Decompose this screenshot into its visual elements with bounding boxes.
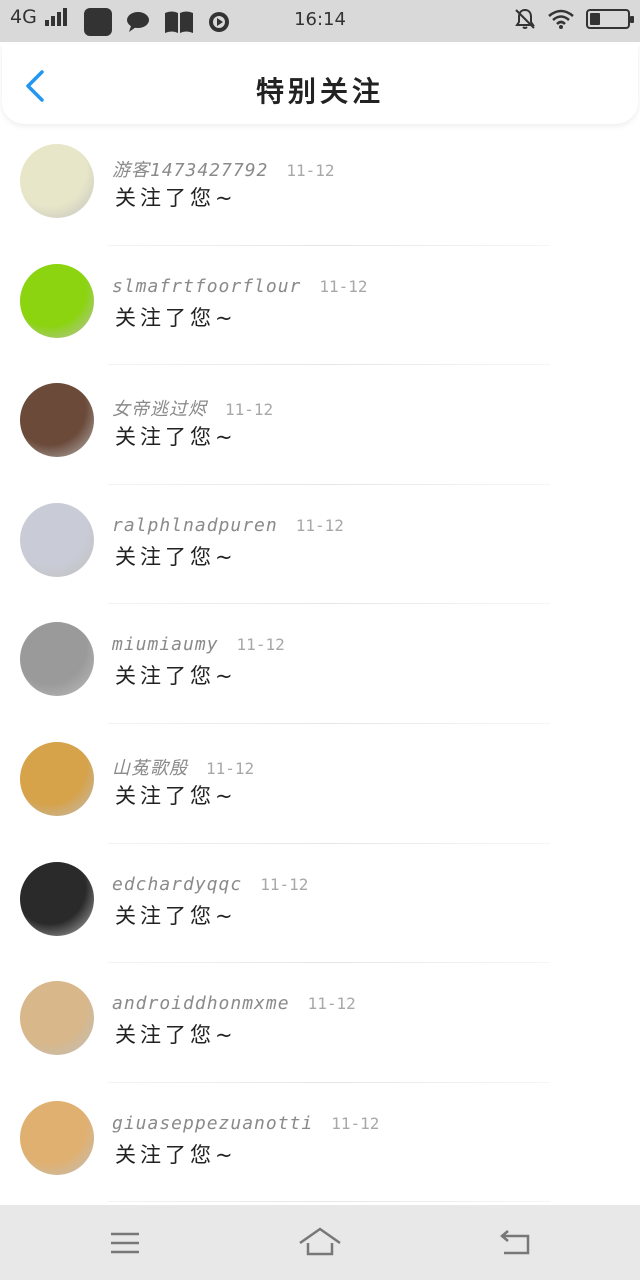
avatar[interactable] [20, 263, 94, 338]
avatar[interactable] [20, 981, 94, 1056]
list-item[interactable]: 山菟歌殷 11-12 关注了您~ [0, 724, 640, 844]
page-title: 特别关注 [255, 75, 384, 108]
list-item[interactable]: ralphlnadpuren 11-12 关注了您~ [0, 485, 640, 605]
follow-date: 11-12 [236, 635, 285, 655]
divider [108, 1201, 550, 1203]
name-row: 游客1473427792 11-12 [112, 156, 335, 182]
wifi-icon [548, 9, 574, 29]
header: 特别关注 [2, 44, 638, 124]
username[interactable]: 女帝逃过烬 [112, 395, 207, 421]
username[interactable]: 山菟歌殷 [112, 754, 188, 780]
follow-date: 11-12 [331, 1113, 380, 1133]
list-item[interactable]: giuaseppezuanotti 11-12 关注了您~ [0, 1083, 640, 1203]
username[interactable]: giuaseppezuanotti [112, 1113, 313, 1134]
follower-list: 游客1473427792 11-12 关注了您~ slmafrtfoorflour 11… [0, 126, 640, 1203]
follow-date: 11-12 [260, 874, 309, 894]
status-bar: 4G 16:14 [0, 0, 640, 42]
follow-message: 关注了您~ [115, 664, 237, 689]
name-row: 山菟歌殷 11-12 [112, 754, 254, 780]
username[interactable]: edchardyqqc [112, 874, 242, 895]
list-item[interactable]: edchardyqqc 11-12 关注了您~ [0, 844, 640, 964]
back-icon[interactable] [494, 1223, 538, 1263]
follow-date: 11-12 [307, 994, 356, 1014]
follow-message: 关注了您~ [115, 903, 237, 928]
username[interactable]: androiddhonmxme [112, 993, 290, 1014]
name-row: slmafrtfoorflour 11-12 [112, 276, 368, 297]
list-item[interactable]: androiddhonmxme 11-12 关注了您~ [0, 963, 640, 1083]
username[interactable]: miumiaumy [112, 634, 219, 655]
follow-date: 11-12 [206, 758, 255, 778]
list-item[interactable]: 女帝逃过烬 11-12 关注了您~ [0, 365, 640, 485]
avatar[interactable] [20, 741, 94, 816]
avatar[interactable] [20, 861, 94, 936]
follow-message: 关注了您~ [115, 1142, 237, 1167]
follow-date: 11-12 [286, 161, 335, 180]
avatar[interactable] [20, 144, 94, 218]
follow-message: 关注了您~ [115, 425, 237, 450]
follow-date: 11-12 [225, 400, 274, 420]
follow-date: 11-12 [319, 276, 368, 296]
avatar[interactable] [20, 502, 94, 577]
home-icon[interactable] [298, 1223, 342, 1263]
avatar[interactable] [20, 383, 94, 458]
follow-message: 关注了您~ [115, 544, 237, 569]
list-item[interactable]: slmafrtfoorflour 11-12 关注了您~ [0, 246, 640, 366]
username[interactable]: ralphlnadpuren [112, 515, 278, 536]
battery-icon [586, 9, 634, 29]
name-row: giuaseppezuanotti 11-12 [112, 1113, 379, 1134]
status-right [514, 8, 634, 30]
avatar[interactable] [20, 1100, 94, 1175]
name-row: edchardyqqc 11-12 [112, 874, 308, 895]
list-item[interactable]: 游客1473427792 11-12 关注了您~ [0, 126, 640, 246]
follow-message: 关注了您~ [115, 1023, 237, 1048]
username[interactable]: 游客1473427792 [112, 156, 268, 182]
name-row: miumiaumy 11-12 [112, 634, 285, 655]
menu-icon[interactable] [103, 1223, 147, 1263]
mute-icon [515, 8, 535, 29]
follow-message: 关注了您~ [115, 186, 237, 210]
name-row: ralphlnadpuren 11-12 [112, 515, 344, 536]
follow-message: 关注了您~ [115, 783, 237, 808]
name-row: androiddhonmxme 11-12 [112, 993, 356, 1014]
list-item[interactable]: miumiaumy 11-12 关注了您~ [0, 604, 640, 724]
avatar[interactable] [20, 622, 94, 697]
username[interactable]: slmafrtfoorflour [112, 276, 301, 297]
follow-message: 关注了您~ [115, 305, 237, 330]
nav-bar [0, 1205, 640, 1280]
name-row: 女帝逃过烬 11-12 [112, 395, 273, 421]
follow-date: 11-12 [295, 515, 344, 535]
